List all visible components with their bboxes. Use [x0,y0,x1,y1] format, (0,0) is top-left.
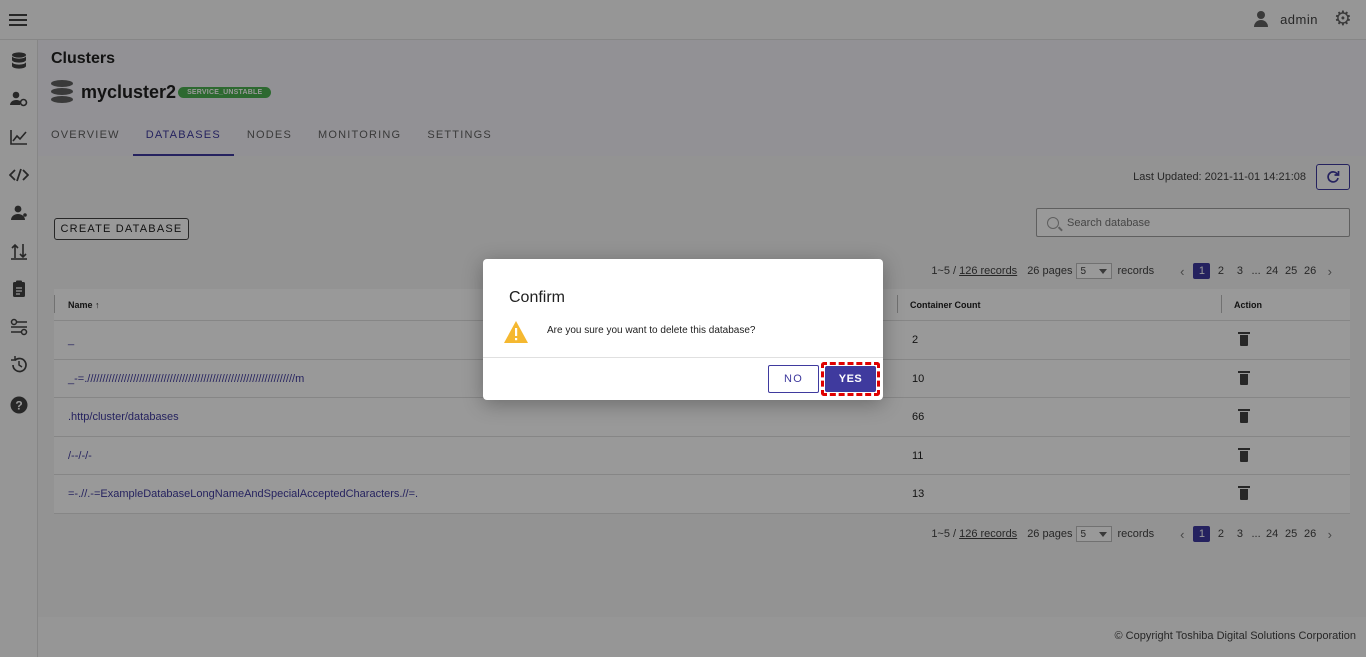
warning-icon [503,320,529,344]
confirm-dialog: Confirm Are you sure you want to delete … [483,259,883,400]
no-button[interactable]: NO [768,365,819,393]
yes-button-highlight: YES [821,362,880,396]
dialog-title: Confirm [509,289,566,306]
dialog-message: Are you sure you want to delete this dat… [547,325,756,336]
yes-button[interactable]: YES [825,366,876,392]
dialog-divider [483,357,883,358]
